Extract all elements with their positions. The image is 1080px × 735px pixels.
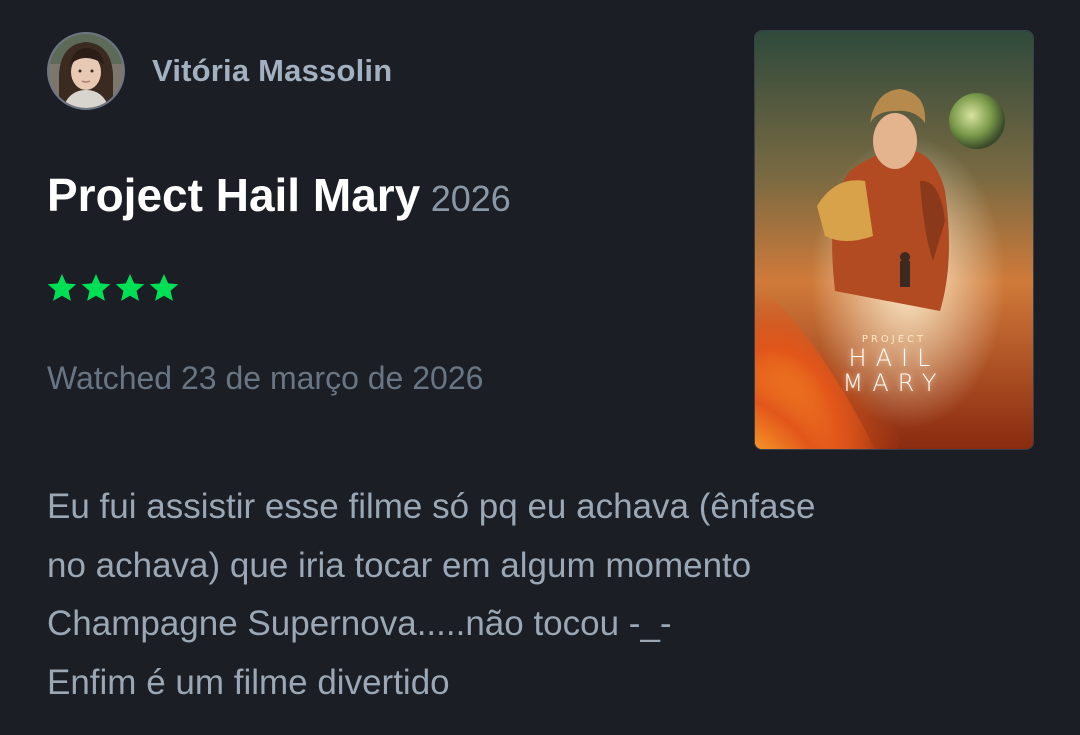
star-rating <box>46 272 180 304</box>
avatar[interactable] <box>47 32 125 110</box>
film-heading: Project Hail Mary 2026 <box>47 168 511 222</box>
star-icon <box>47 274 77 301</box>
star-icon <box>149 274 179 301</box>
review-line: no achava) que iria tocar em algum momen… <box>47 545 752 585</box>
star-icon <box>81 274 111 301</box>
star-icon <box>115 274 145 301</box>
review-line: Enfim é um filme divertido <box>47 662 450 702</box>
author-link[interactable]: Vitória Massolin <box>47 30 392 112</box>
review-line: Eu fui assistir esse filme só pq eu acha… <box>47 487 816 526</box>
film-poster[interactable]: PROJECT HAIL MARY <box>754 30 1034 450</box>
watched-date: Watched 23 de março de 2026 <box>47 360 484 396</box>
author-name[interactable]: Vitória Massolin <box>152 53 392 89</box>
poster-title-line2: MARY <box>842 369 946 397</box>
review-line: Champagne Supernova.....não tocou -_- <box>47 604 672 643</box>
poster-title-line1: HAIL <box>848 344 940 372</box>
review-text: Eu fui assistir esse filme só pq eu acha… <box>47 478 1007 712</box>
film-year[interactable]: 2026 <box>431 178 511 219</box>
user-avatar-photo <box>49 34 123 108</box>
film-title[interactable]: Project Hail Mary <box>47 169 420 221</box>
review-card: Vitória Massolin Project Hail Mary 2026 … <box>0 0 1080 735</box>
